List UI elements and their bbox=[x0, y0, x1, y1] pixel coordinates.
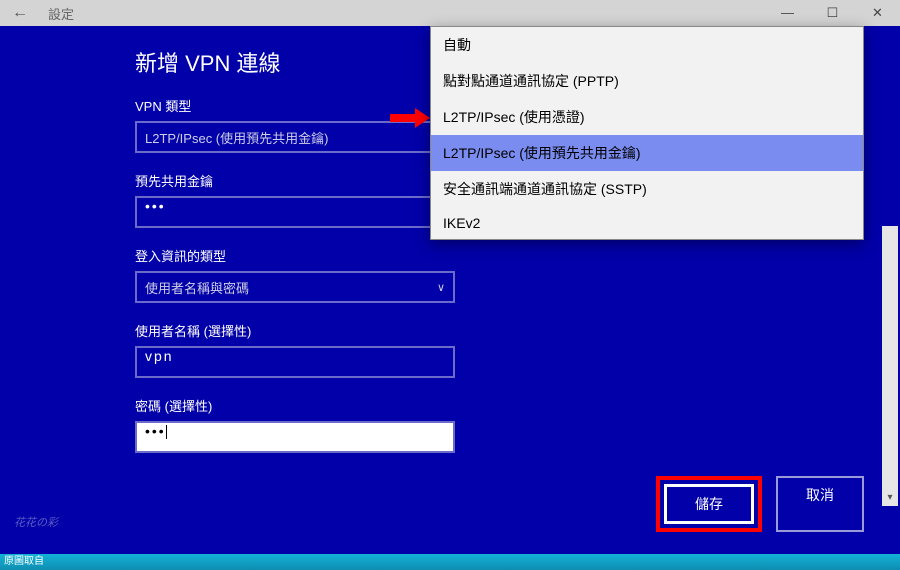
signin-type-label: 登入資訊的類型 bbox=[135, 246, 900, 265]
username-input[interactable]: vpn bbox=[135, 346, 455, 378]
maximize-button[interactable]: ☐ bbox=[810, 0, 855, 26]
dropdown-option[interactable]: IKEv2 bbox=[431, 207, 863, 239]
dropdown-option[interactable]: L2TP/IPsec (使用憑證) bbox=[431, 99, 863, 135]
username-label: 使用者名稱 (選擇性) bbox=[135, 321, 900, 340]
window-titlebar: ← 設定 — ☐ ✕ bbox=[0, 0, 900, 26]
chevron-down-icon: ∨ bbox=[437, 281, 445, 294]
back-button[interactable]: ← bbox=[0, 4, 40, 22]
dropdown-option[interactable]: L2TP/IPsec (使用預先共用金鑰) bbox=[431, 135, 863, 171]
dialog-buttons: 儲存 取消 bbox=[656, 476, 864, 532]
minimize-button[interactable]: — bbox=[765, 0, 810, 26]
dropdown-option[interactable]: 自動 bbox=[431, 27, 863, 63]
vpn-type-value: L2TP/IPsec (使用預先共用金鑰) bbox=[145, 128, 328, 147]
window-title: 設定 bbox=[48, 4, 74, 23]
dropdown-option[interactable]: 點對點通道通訊協定 (PPTP) bbox=[431, 63, 863, 99]
password-input[interactable]: ••• bbox=[135, 421, 455, 453]
annotation-arrow-icon bbox=[390, 108, 430, 128]
window-controls: — ☐ ✕ bbox=[765, 0, 900, 26]
close-button[interactable]: ✕ bbox=[855, 0, 900, 26]
modal-scrollbar[interactable]: ▾ bbox=[882, 226, 898, 506]
watermark-text: 花花の彩 bbox=[14, 514, 58, 530]
save-button[interactable]: 儲存 bbox=[664, 484, 754, 524]
vpn-type-dropdown: 自動點對點通道通訊協定 (PPTP)L2TP/IPsec (使用憑證)L2TP/… bbox=[430, 26, 864, 240]
text-cursor bbox=[166, 425, 167, 439]
signin-type-select[interactable]: 使用者名稱與密碼 ∨ bbox=[135, 271, 455, 303]
save-highlight: 儲存 bbox=[656, 476, 762, 532]
taskbar: 原圖取自 bbox=[0, 554, 900, 570]
dropdown-option[interactable]: 安全通訊端通道通訊協定 (SSTP) bbox=[431, 171, 863, 207]
signin-type-value: 使用者名稱與密碼 bbox=[145, 278, 249, 297]
add-vpn-modal: 新增 VPN 連線 VPN 類型 L2TP/IPsec (使用預先共用金鑰) ∨… bbox=[0, 26, 900, 554]
psk-input[interactable]: ••• bbox=[135, 196, 455, 228]
password-label: 密碼 (選擇性) bbox=[135, 396, 900, 415]
cancel-button[interactable]: 取消 bbox=[776, 476, 864, 532]
scroll-down-icon[interactable]: ▾ bbox=[882, 490, 898, 506]
taskbar-text: 原圖取自 bbox=[0, 554, 900, 570]
